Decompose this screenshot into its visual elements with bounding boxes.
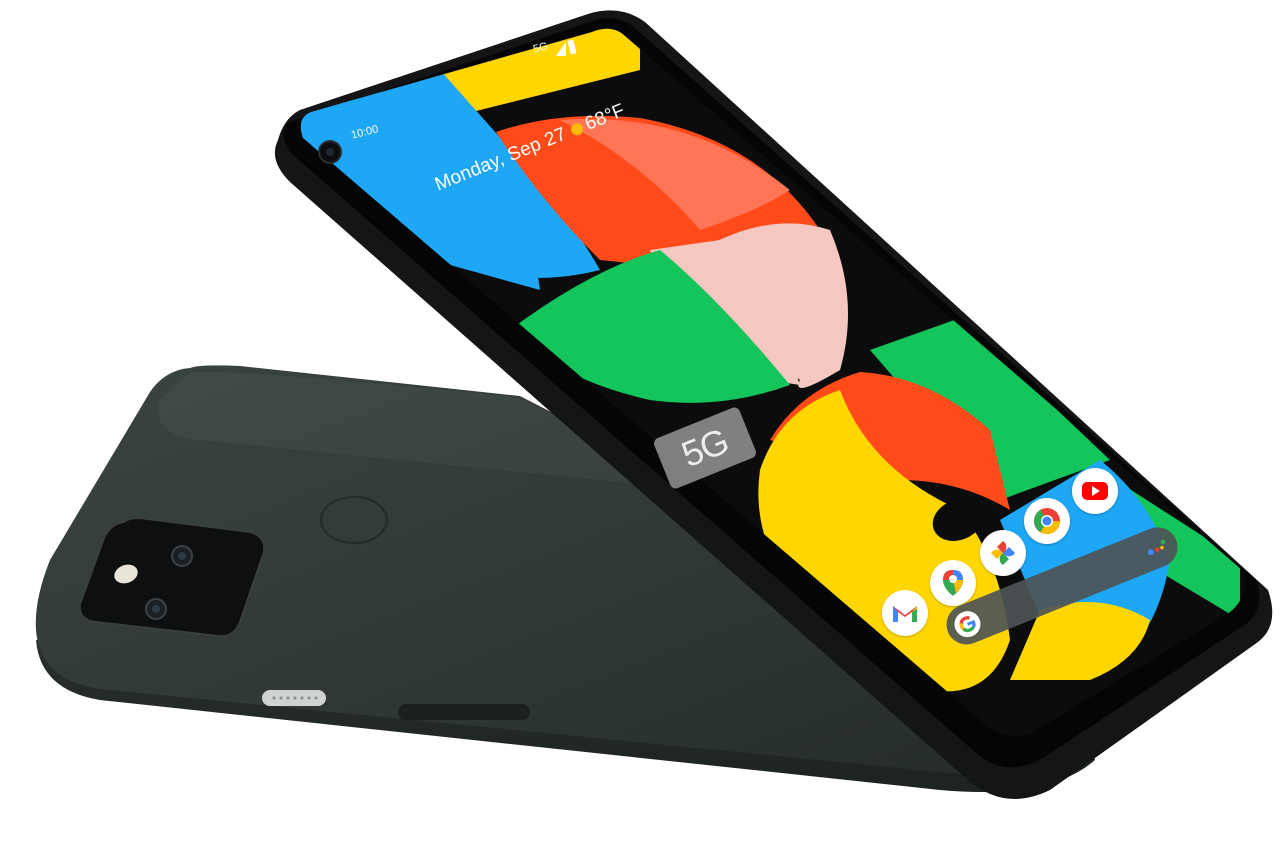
assistant-icon[interactable] (1144, 537, 1170, 558)
product-photo: 10:00 5G Monday, Sep 2768°F 5G (0, 0, 1280, 853)
maps-icon[interactable] (930, 560, 976, 606)
google-g-icon (950, 607, 985, 642)
sun-icon (569, 121, 585, 138)
gmail-icon[interactable] (882, 590, 928, 636)
youtube-icon[interactable] (1072, 468, 1118, 514)
photos-icon[interactable] (980, 530, 1026, 576)
front-phone (274, 10, 1273, 799)
chrome-icon[interactable] (1024, 498, 1070, 544)
